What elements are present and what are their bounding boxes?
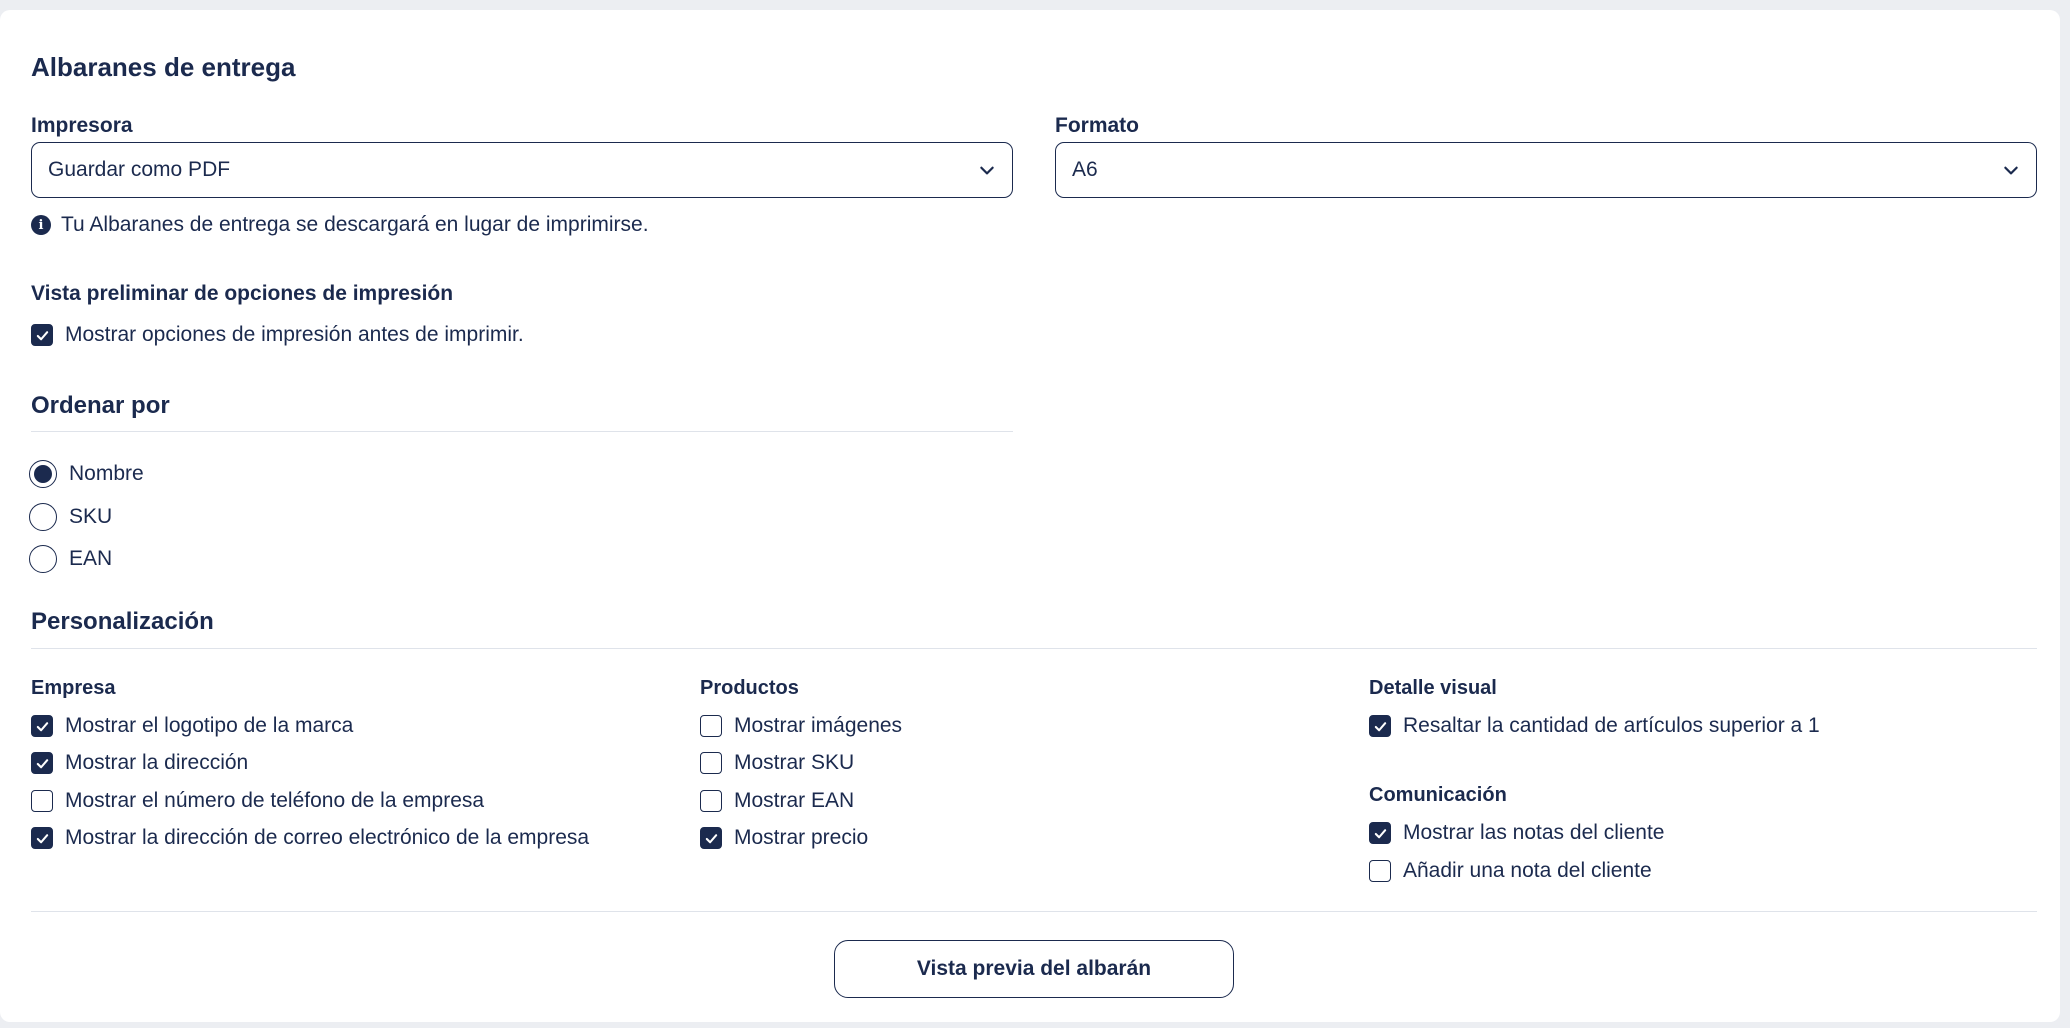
preview-options-checkbox-label: Mostrar opciones de impresión antes de i… (65, 323, 524, 346)
page-title: Albaranes de entrega (31, 52, 296, 82)
chevron-down-icon (2004, 166, 2018, 175)
sort-radio-sku[interactable] (29, 503, 57, 531)
format-select[interactable]: A6 (1055, 142, 2037, 198)
settings-card: Albaranes de entrega Impresora Guardar c… (0, 10, 2060, 1022)
checkbox-label: Mostrar imágenes (734, 714, 903, 737)
chevron-down-icon (980, 166, 994, 175)
productos-option-images[interactable]: Mostrar imágenes (700, 711, 902, 741)
checkbox[interactable] (700, 715, 722, 737)
checkbox[interactable] (1369, 860, 1391, 882)
productos-option-sku[interactable]: Mostrar SKU (700, 748, 854, 778)
empresa-label: Empresa (31, 677, 116, 699)
comunicacion-label: Comunicación (1369, 784, 1507, 806)
empresa-option-phone[interactable]: Mostrar el número de teléfono de la empr… (31, 786, 484, 816)
preview-options-checkbox[interactable] (31, 324, 53, 346)
checkbox[interactable] (31, 752, 53, 774)
checkbox-label: Mostrar EAN (734, 789, 855, 812)
checkbox[interactable] (700, 790, 722, 812)
productos-option-price[interactable]: Mostrar precio (700, 823, 868, 853)
comunicacion-option-add-note[interactable]: Añadir una nota del cliente (1369, 856, 1652, 886)
checkbox-label: Mostrar las notas del cliente (1403, 821, 1665, 844)
format-label: Formato (1055, 114, 1139, 137)
sort-option-label: EAN (69, 547, 113, 570)
footer-divider (31, 911, 2037, 912)
productos-option-ean[interactable]: Mostrar EAN (700, 786, 854, 816)
checkbox[interactable] (31, 790, 53, 812)
preview-options-label: Vista preliminar de opciones de impresió… (31, 282, 454, 305)
sort-option-nombre[interactable]: Nombre (29, 459, 144, 489)
checkbox-label: Resaltar la cantidad de artículos superi… (1403, 714, 1820, 737)
printer-label: Impresora (31, 114, 133, 137)
check-icon (36, 758, 48, 768)
checkbox[interactable] (700, 827, 722, 849)
check-icon (36, 330, 48, 340)
checkbox-label: Mostrar precio (734, 826, 869, 849)
checkbox[interactable] (700, 752, 722, 774)
preview-options-checkbox-row[interactable]: Mostrar opciones de impresión antes de i… (31, 320, 524, 350)
check-icon (1374, 828, 1386, 838)
productos-label: Productos (700, 677, 799, 699)
format-select-value: A6 (1072, 158, 1098, 181)
sort-option-ean[interactable]: EAN (29, 544, 112, 574)
empresa-option-logo[interactable]: Mostrar el logotipo de la marca (31, 711, 353, 741)
printer-info-text: Tu Albaranes de entrega se descargará en… (61, 213, 649, 236)
checkbox[interactable] (31, 715, 53, 737)
empresa-option-address[interactable]: Mostrar la dirección (31, 748, 248, 778)
sort-option-label: SKU (69, 505, 113, 528)
checkbox-label: Mostrar SKU (734, 751, 855, 774)
sort-radio-nombre[interactable] (29, 460, 57, 488)
sort-divider (31, 431, 1013, 432)
sort-option-label: Nombre (69, 462, 144, 485)
checkbox-label: Añadir una nota del cliente (1403, 859, 1652, 882)
check-icon (1374, 721, 1386, 731)
detalle-visual-label: Detalle visual (1369, 677, 1497, 699)
checkbox-label: Mostrar el número de teléfono de la empr… (65, 789, 485, 812)
sort-option-sku[interactable]: SKU (29, 502, 112, 532)
checkbox[interactable] (1369, 822, 1391, 844)
check-icon (36, 721, 48, 731)
sort-radio-ean[interactable] (29, 545, 57, 573)
printer-info: i Tu Albaranes de entrega se descargará … (31, 213, 649, 237)
customization-title: Personalización (31, 608, 214, 635)
sort-title: Ordenar por (31, 392, 170, 419)
check-icon (36, 833, 48, 843)
customization-divider (31, 648, 2037, 649)
checkbox[interactable] (1369, 715, 1391, 737)
checkbox-label: Mostrar la dirección (65, 751, 249, 774)
printer-select-value: Guardar como PDF (48, 158, 231, 181)
printer-select[interactable]: Guardar como PDF (31, 142, 1013, 198)
preview-delivery-note-button[interactable]: Vista previa del albarán (834, 940, 1234, 998)
empresa-option-email[interactable]: Mostrar la dirección de correo electróni… (31, 823, 589, 853)
checkbox-label: Mostrar la dirección de correo electróni… (65, 826, 590, 849)
detalle-option-highlight[interactable]: Resaltar la cantidad de artículos superi… (1369, 711, 1820, 741)
info-icon: i (31, 215, 51, 235)
comunicacion-option-notes[interactable]: Mostrar las notas del cliente (1369, 818, 1664, 848)
checkbox[interactable] (31, 827, 53, 849)
checkbox-label: Mostrar el logotipo de la marca (65, 714, 354, 737)
check-icon (705, 833, 717, 843)
